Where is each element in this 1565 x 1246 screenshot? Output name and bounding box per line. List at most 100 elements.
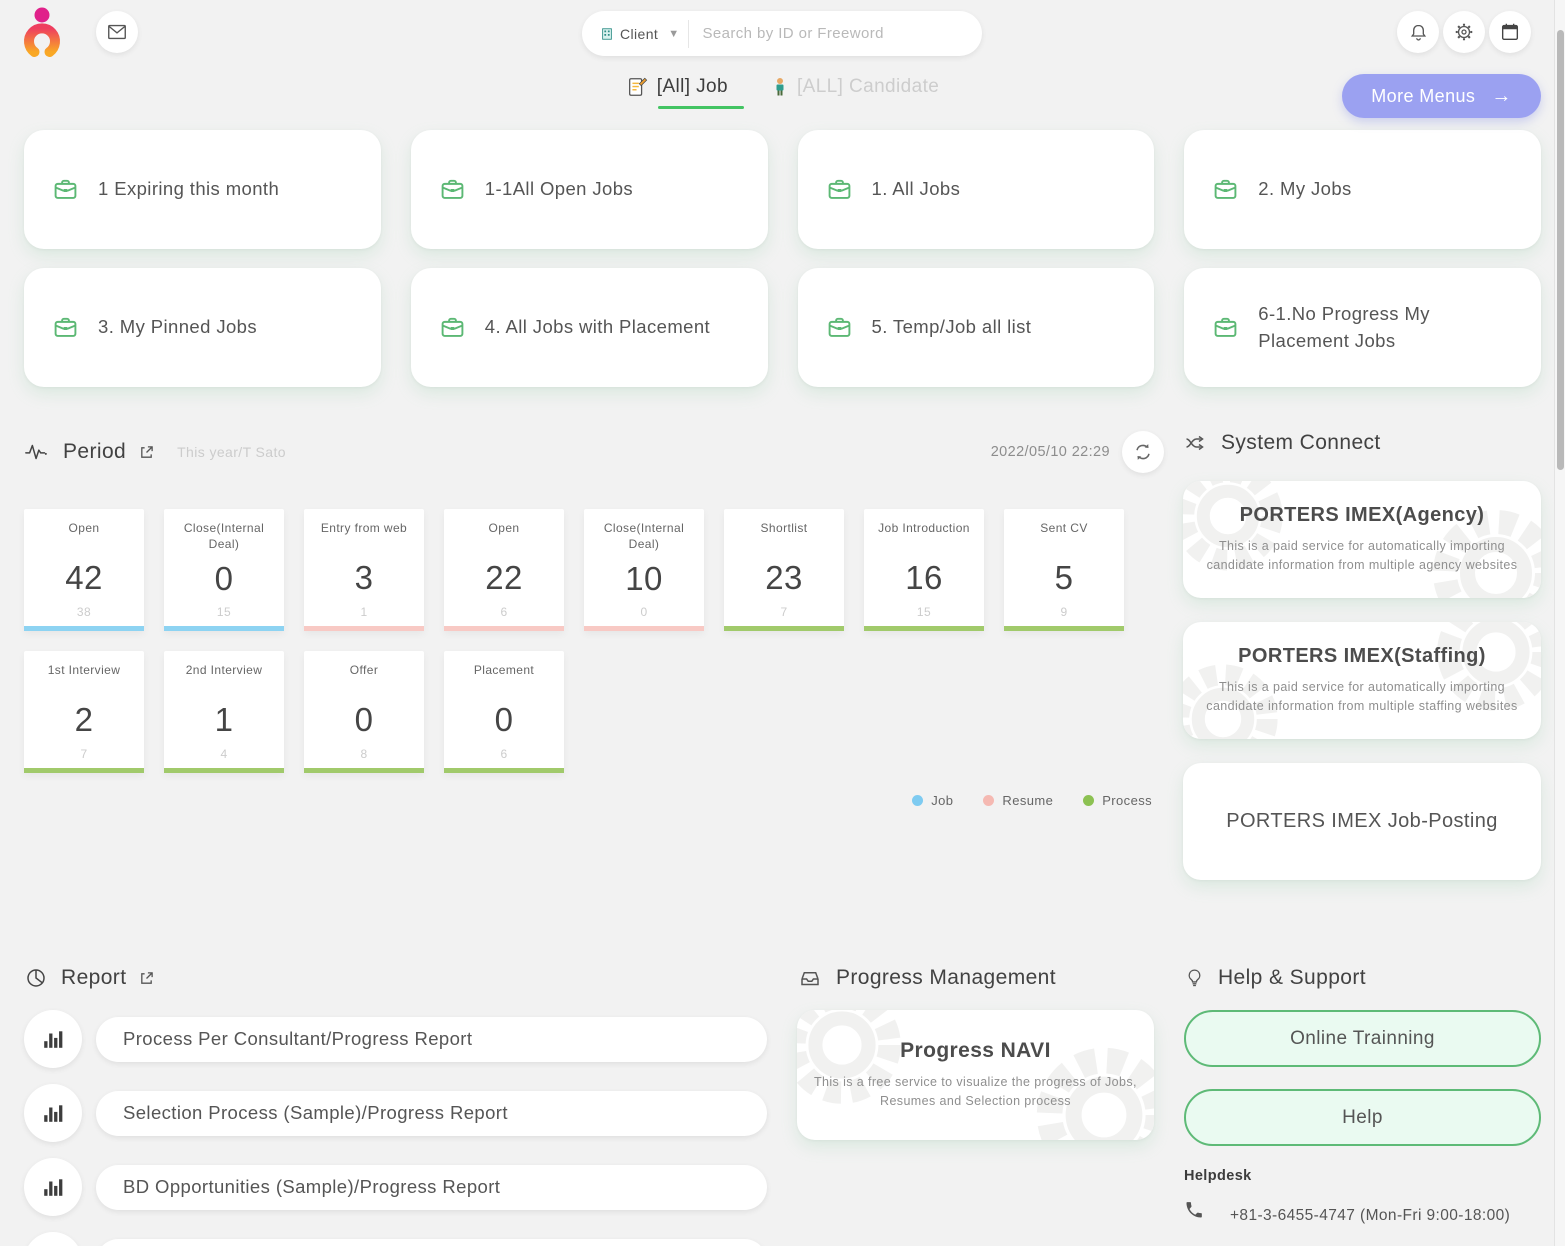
external-link-icon[interactable] xyxy=(139,445,154,460)
briefcase-icon xyxy=(52,176,79,203)
job-menu-card[interactable]: 5. Temp/Job all list xyxy=(798,268,1155,387)
report-link[interactable]: Selection Process (Sample)/Progress Repo… xyxy=(96,1091,767,1136)
stat-value: 5 xyxy=(1055,551,1074,605)
report-chart-button[interactable] xyxy=(24,1158,82,1216)
stat-tile[interactable]: Offer 0 8 xyxy=(304,651,424,773)
stat-label: Job Introduction xyxy=(872,509,976,551)
briefcase-icon xyxy=(439,314,466,341)
calendar-icon xyxy=(1499,21,1521,43)
stat-category-bar xyxy=(164,626,284,631)
refresh-button[interactable] xyxy=(1122,431,1164,473)
report-link[interactable]: Monthly Revenue /Progress Report xyxy=(96,1239,767,1246)
job-card-label: 5. Temp/Job all list xyxy=(872,314,1032,341)
period-title: Period xyxy=(63,440,126,464)
mail-icon xyxy=(106,21,128,43)
briefcase-icon xyxy=(52,314,79,341)
report-chart-button[interactable] xyxy=(24,1084,82,1142)
stat-tile[interactable]: Close(Internal Deal) 10 0 xyxy=(584,509,704,631)
mail-button[interactable] xyxy=(96,11,138,53)
legend-item-resume: Resume xyxy=(983,793,1053,808)
stat-tile[interactable]: Sent CV 5 9 xyxy=(1004,509,1124,631)
stat-label: Offer xyxy=(344,651,384,693)
job-menu-card[interactable]: 1-1All Open Jobs xyxy=(411,130,768,249)
tab-all-candidate[interactable]: [ALL] Candidate xyxy=(772,76,939,98)
stat-sub-value: 7 xyxy=(780,605,787,619)
briefcase-icon xyxy=(1212,314,1239,341)
online-training-button[interactable]: Online Trainning xyxy=(1184,1010,1541,1067)
stat-label: Entry from web xyxy=(315,509,413,551)
job-menu-card[interactable]: 1 Expiring this month xyxy=(24,130,381,249)
stat-value: 16 xyxy=(905,551,943,605)
stat-tile[interactable]: 2nd Interview 1 4 xyxy=(164,651,284,773)
briefcase-icon xyxy=(826,314,853,341)
chevron-down-icon[interactable]: ▼ xyxy=(668,28,687,40)
progress-management-title: Progress Management xyxy=(836,966,1056,990)
tab-all-job[interactable]: [All] Job xyxy=(626,76,728,98)
imex-agency-card[interactable]: PORTERS IMEX(Agency) This is a paid serv… xyxy=(1183,481,1541,598)
search-category-select[interactable]: Client xyxy=(582,26,668,42)
imex-job-posting-card[interactable]: PORTERS IMEX Job-Posting xyxy=(1183,763,1541,880)
app-logo[interactable] xyxy=(20,6,64,67)
stat-tile[interactable]: Entry from web 3 1 xyxy=(304,509,424,631)
more-menus-label: More Menus xyxy=(1371,86,1475,107)
phone-icon xyxy=(1184,1200,1204,1220)
more-menus-button[interactable]: More Menus → xyxy=(1342,74,1541,118)
report-link[interactable]: Process Per Consultant/Progress Report xyxy=(96,1017,767,1062)
period-subtitle: This year/T Sato xyxy=(177,444,286,460)
help-button[interactable]: Help xyxy=(1184,1089,1541,1146)
report-chart-button[interactable] xyxy=(24,1010,82,1068)
scrollbar-thumb[interactable] xyxy=(1557,30,1564,470)
gear-icon xyxy=(1453,21,1475,43)
report-link[interactable]: BD Opportunities (Sample)/Progress Repor… xyxy=(96,1165,767,1210)
global-search: Client ▼ xyxy=(582,11,982,56)
stat-category-bar xyxy=(724,626,844,631)
legend-dot-job xyxy=(912,795,923,806)
job-menu-card[interactable]: 6-1.No Progress My Placement Jobs xyxy=(1184,268,1541,387)
stat-value: 2 xyxy=(75,693,94,747)
job-menu-card[interactable]: 4. All Jobs with Placement xyxy=(411,268,768,387)
scrollbar[interactable] xyxy=(1554,0,1565,1246)
card-description: This is a free service to visualize the … xyxy=(811,1073,1140,1112)
stat-tile[interactable]: Open 22 6 xyxy=(444,509,564,631)
pie-chart-icon xyxy=(24,966,48,990)
report-list-item: BD Opportunities (Sample)/Progress Repor… xyxy=(24,1158,767,1216)
job-menu-card[interactable]: 1. All Jobs xyxy=(798,130,1155,249)
stat-label: 1st Interview xyxy=(42,651,127,693)
stat-tile[interactable]: 1st Interview 2 7 xyxy=(24,651,144,773)
bell-icon xyxy=(1408,22,1429,43)
external-link-icon[interactable] xyxy=(139,971,154,986)
job-menu-card[interactable]: 2. My Jobs xyxy=(1184,130,1541,249)
stat-label: Close(Internal Deal) xyxy=(584,509,704,552)
search-input[interactable] xyxy=(689,25,983,42)
stat-tile[interactable]: Close(Internal Deal) 0 15 xyxy=(164,509,284,631)
bar-chart-icon xyxy=(42,1102,64,1124)
stat-category-bar xyxy=(864,626,984,631)
stat-category-bar xyxy=(304,626,424,631)
card-description: This is a paid service for automatically… xyxy=(1199,678,1525,717)
stat-sub-value: 8 xyxy=(360,747,367,761)
imex-staffing-card[interactable]: PORTERS IMEX(Staffing) This is a paid se… xyxy=(1183,622,1541,739)
job-card-label: 1 Expiring this month xyxy=(98,176,279,203)
notifications-button[interactable] xyxy=(1397,11,1439,53)
stat-label: Close(Internal Deal) xyxy=(164,509,284,552)
briefcase-icon xyxy=(439,176,466,203)
tab-label: [ALL] Candidate xyxy=(797,76,939,98)
calendar-button[interactable] xyxy=(1489,11,1531,53)
report-chart-button[interactable] xyxy=(24,1232,82,1246)
legend-item-job: Job xyxy=(912,793,953,808)
stat-tile[interactable]: Job Introduction 16 15 xyxy=(864,509,984,631)
card-title: Progress NAVI xyxy=(900,1039,1051,1063)
legend-dot-process xyxy=(1083,795,1094,806)
stat-tile[interactable]: Open 42 38 xyxy=(24,509,144,631)
stat-tile[interactable]: Shortlist 23 7 xyxy=(724,509,844,631)
report-list-item: Process Per Consultant/Progress Report xyxy=(24,1010,767,1068)
helpdesk-phone[interactable]: +81-3-6455-4747 (Mon-Fri 9:00-18:00) xyxy=(1230,1200,1520,1233)
stat-sub-value: 7 xyxy=(80,747,87,761)
progress-navi-card[interactable]: Progress NAVI This is a free service to … xyxy=(797,1010,1154,1140)
stat-tile[interactable]: Placement 0 6 xyxy=(444,651,564,773)
building-icon xyxy=(600,27,614,41)
settings-button[interactable] xyxy=(1443,11,1485,53)
last-updated-timestamp: 2022/05/10 22:29 xyxy=(991,444,1110,460)
job-menu-card[interactable]: 3. My Pinned Jobs xyxy=(24,268,381,387)
search-category-label: Client xyxy=(620,26,658,42)
